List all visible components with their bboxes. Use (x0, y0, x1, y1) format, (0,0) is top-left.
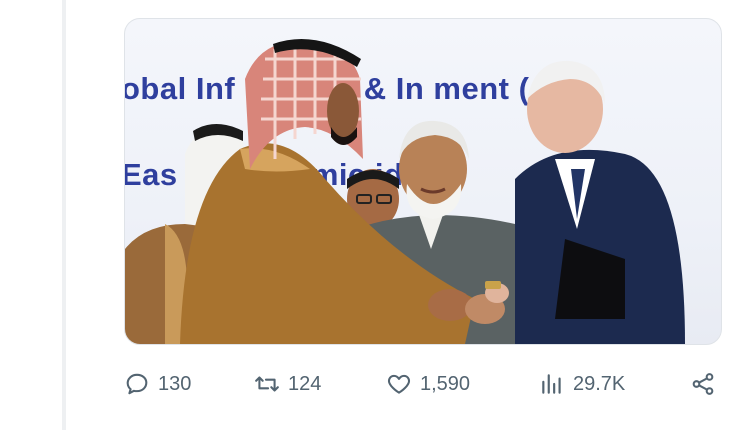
tweet-action-bar: 130 124 1,590 29.7K (124, 366, 724, 402)
like-count: 1,590 (420, 372, 471, 395)
reply-icon (126, 373, 148, 395)
heart-icon (387, 374, 411, 394)
tweet-media-image[interactable]: obal Inf ructure & In ment ( Eas e Econo… (124, 18, 722, 345)
share-button[interactable] (690, 366, 716, 402)
views-count: 29.7K (573, 372, 626, 395)
reply-button[interactable]: 130 (124, 366, 191, 402)
retweet-count: 124 (288, 372, 322, 395)
retweet-button[interactable]: 124 (254, 366, 321, 402)
retweet-icon (255, 376, 279, 392)
reply-count: 130 (158, 372, 192, 395)
like-button[interactable]: 1,590 (386, 366, 470, 402)
person-right (515, 60, 685, 344)
views-chart-icon (542, 374, 561, 394)
views-button[interactable]: 29.7K (539, 366, 625, 402)
thread-connector-line (62, 0, 66, 430)
photo-scene (125, 39, 685, 344)
share-icon (692, 373, 714, 395)
